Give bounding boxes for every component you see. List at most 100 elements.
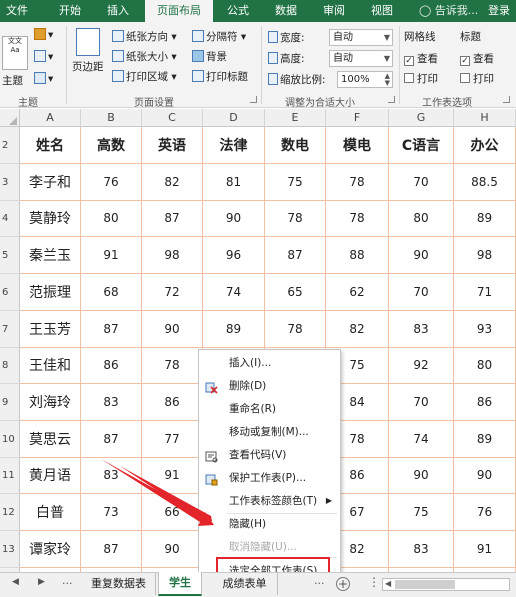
score-cell[interactable]: 83	[389, 310, 454, 348]
row-header-13[interactable]: 13	[0, 531, 20, 568]
score-cell[interactable]: 76	[454, 494, 516, 531]
score-cell[interactable]: 86	[81, 347, 142, 385]
column-header-g[interactable]: G	[389, 109, 454, 127]
score-cell[interactable]: 75	[389, 494, 454, 531]
size-button[interactable]: 纸张大小 ▾	[112, 50, 177, 64]
column-header-c[interactable]: C	[142, 109, 203, 127]
name-cell[interactable]: 秦兰玉	[20, 237, 81, 275]
score-cell[interactable]: 80	[454, 347, 516, 385]
themes-button[interactable]: 主题	[2, 74, 23, 88]
name-cell[interactable]: 莫静玲	[20, 200, 81, 238]
context-menu-item-4[interactable]: 查看代码(V)	[199, 444, 340, 466]
score-cell[interactable]: 92	[389, 347, 454, 385]
row-header-6[interactable]: 6	[0, 274, 20, 311]
score-cell[interactable]: 88	[326, 237, 389, 275]
score-cell[interactable]: 93	[454, 310, 516, 348]
score-cell[interactable]: 62	[326, 273, 389, 311]
theme-colors-icon[interactable]: ▾	[34, 28, 53, 42]
name-cell[interactable]: 王玉芳	[20, 310, 81, 348]
score-cell[interactable]: 66	[142, 494, 203, 531]
sheet-options-launcher-icon[interactable]	[503, 96, 510, 103]
select-all-corner[interactable]	[0, 109, 20, 127]
row-header-7[interactable]: 7	[0, 311, 20, 348]
sheet-tab-duplicates[interactable]: 重复数据表	[82, 573, 156, 595]
score-cell[interactable]: 78	[326, 200, 389, 238]
context-menu-item-3[interactable]: 移动或复制(M)...	[199, 421, 340, 443]
context-menu-item-1[interactable]: 删除(D)	[199, 375, 340, 397]
name-cell[interactable]: 刘海玲	[20, 383, 81, 421]
scrollbar-thumb[interactable]	[395, 580, 455, 589]
login-button[interactable]: 登录	[488, 0, 510, 22]
score-cell[interactable]: 91	[81, 237, 142, 275]
score-cell[interactable]: 90	[454, 457, 516, 495]
score-cell[interactable]: 77	[142, 420, 203, 458]
header-cell[interactable]: 模电	[326, 127, 389, 164]
header-cell[interactable]: 高数	[81, 127, 142, 164]
column-header-e[interactable]: E	[265, 109, 326, 127]
tab-page-layout[interactable]: 页面布局	[145, 0, 213, 23]
breaks-button[interactable]: 分隔符 ▾	[192, 30, 246, 44]
print-area-button[interactable]: 打印区域 ▾	[112, 70, 177, 84]
row-header-9[interactable]: 9	[0, 384, 20, 421]
tab-view[interactable]: 视图	[364, 0, 400, 22]
sheet-tab-students[interactable]: 学生	[158, 572, 202, 596]
row-header-12[interactable]: 12	[0, 494, 20, 531]
score-cell[interactable]: 70	[389, 163, 454, 201]
score-cell[interactable]: 83	[81, 383, 142, 421]
name-cell[interactable]: 范振理	[20, 273, 81, 311]
score-cell[interactable]: 87	[81, 420, 142, 458]
add-sheet-icon[interactable]: +	[336, 577, 350, 591]
column-header-h[interactable]: H	[454, 109, 516, 127]
row-header-11[interactable]: 11	[0, 457, 20, 495]
tab-scroll-left-icon[interactable]: ◀	[12, 577, 19, 587]
score-cell[interactable]: 91	[454, 530, 516, 568]
row-header-3[interactable]: 3	[0, 164, 20, 201]
tab-data[interactable]: 数据	[268, 0, 304, 22]
header-cell[interactable]: 姓名	[20, 127, 81, 164]
score-cell[interactable]: 82	[142, 163, 203, 201]
margins-button[interactable]: 页边距	[72, 60, 104, 74]
row-header-10[interactable]: 10	[0, 421, 20, 458]
name-cell[interactable]: 谭家玲	[20, 530, 81, 568]
score-cell[interactable]: 98	[454, 237, 516, 275]
context-menu-item-6[interactable]: 工作表标签颜色(T) ▶	[199, 490, 340, 512]
theme-effects-icon[interactable]: ▾	[34, 72, 53, 86]
score-cell[interactable]: 86	[142, 383, 203, 421]
tab-insert[interactable]: 插入	[100, 0, 136, 22]
score-cell[interactable]: 90	[389, 457, 454, 495]
score-cell[interactable]: 65	[265, 273, 326, 311]
score-cell[interactable]: 81	[203, 163, 265, 201]
score-cell[interactable]: 87	[81, 530, 142, 568]
score-cell[interactable]: 68	[81, 273, 142, 311]
score-cell[interactable]: 88.5	[454, 163, 516, 201]
score-cell[interactable]: 76	[81, 163, 142, 201]
score-cell[interactable]: 78	[326, 163, 389, 201]
page-setup-launcher-icon[interactable]	[250, 96, 257, 103]
score-cell[interactable]: 75	[265, 163, 326, 201]
headings-view-checkbox[interactable]: ✓ 查看	[460, 52, 494, 66]
score-cell[interactable]: 74	[389, 420, 454, 458]
height-select[interactable]: 自动 ▼	[329, 50, 393, 67]
scale-launcher-icon[interactable]	[388, 96, 395, 103]
header-cell[interactable]: 法律	[203, 127, 265, 164]
sheet-tab-grades[interactable]: 成绩表单	[212, 573, 278, 595]
orientation-button[interactable]: 纸张方向 ▾	[112, 30, 177, 44]
score-cell[interactable]: 80	[389, 200, 454, 238]
score-cell[interactable]: 89	[203, 310, 265, 348]
score-cell[interactable]: 78	[265, 310, 326, 348]
row-header-8[interactable]: 8	[0, 347, 20, 385]
context-menu-item-0[interactable]: 插入(I)...	[199, 352, 340, 374]
tell-me-box[interactable]: ◯ 告诉我...	[419, 0, 478, 22]
score-cell[interactable]: 96	[203, 237, 265, 275]
theme-fonts-icon[interactable]: ▾	[34, 50, 53, 64]
background-button[interactable]: 背景	[192, 50, 227, 64]
score-cell[interactable]: 83	[81, 457, 142, 495]
score-cell[interactable]: 87	[265, 237, 326, 275]
score-cell[interactable]: 87	[142, 200, 203, 238]
width-select[interactable]: 自动 ▼	[329, 29, 393, 46]
score-cell[interactable]: 98	[142, 237, 203, 275]
score-cell[interactable]: 73	[81, 494, 142, 531]
more-sheets-ellipsis-right[interactable]: ...	[314, 574, 325, 587]
score-cell[interactable]: 80	[81, 200, 142, 238]
column-header-f[interactable]: F	[326, 109, 389, 127]
